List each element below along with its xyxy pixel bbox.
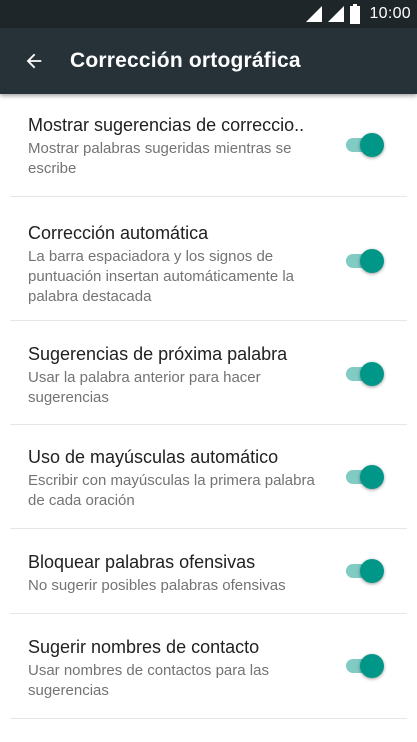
setting-item-show-suggestions[interactable]: Mostrar sugerencias de correccio.. Mostr… [10, 94, 407, 197]
setting-item-suggest-contact-names[interactable]: Sugerir nombres de contacto Usar nombres… [10, 614, 407, 719]
status-bar: 10:00 [0, 0, 417, 28]
setting-item-auto-correction[interactable]: Corrección automática La barra espaciado… [10, 197, 407, 321]
setting-item-auto-capitalization[interactable]: Uso de mayúsculas automático Escribir co… [10, 425, 407, 529]
setting-summary: No sugerir posibles palabras ofensivas [28, 577, 286, 594]
toggle-thumb [360, 559, 384, 583]
battery-icon [350, 4, 361, 24]
show-suggestions-toggle[interactable] [344, 132, 386, 158]
toggle-thumb [360, 362, 384, 386]
setting-summary: La barra espaciadora y los signos de pun… [28, 248, 295, 305]
back-button[interactable] [12, 37, 56, 85]
app-bar: Corrección ortográfica [0, 28, 417, 94]
settings-list: Mostrar sugerencias de correccio.. Mostr… [0, 94, 417, 719]
setting-summary: Usar nombres de contactos para las suger… [28, 662, 269, 699]
setting-text: Bloquear palabras ofensivas No sugerir p… [28, 550, 328, 596]
page-title: Corrección ortográfica [70, 49, 301, 72]
toggle-thumb [360, 654, 384, 678]
toggle-thumb [360, 133, 384, 157]
setting-title: Sugerencias de próxima palabra [28, 344, 288, 364]
toggle-thumb [360, 465, 384, 489]
setting-text: Sugerir nombres de contacto Usar nombres… [28, 635, 328, 701]
signal-icon [306, 6, 323, 22]
setting-summary: Mostrar palabras sugeridas mientras se e… [28, 140, 292, 177]
setting-summary: Escribir con mayúsculas la primera palab… [28, 472, 315, 509]
setting-item-block-offensive-words[interactable]: Bloquear palabras ofensivas No sugerir p… [10, 529, 407, 614]
auto-capitalization-toggle[interactable] [344, 464, 386, 490]
setting-text: Sugerencias de próxima palabra Usar la p… [28, 342, 328, 408]
arrow-back-icon [26, 53, 42, 69]
setting-item-next-word-suggestions[interactable]: Sugerencias de próxima palabra Usar la p… [10, 321, 407, 425]
status-time: 10:00 [369, 5, 411, 22]
setting-text: Mostrar sugerencias de correccio.. Mostr… [28, 113, 328, 179]
suggest-contact-names-toggle[interactable] [344, 653, 386, 679]
toggle-thumb [360, 249, 384, 273]
setting-title: Corrección automática [28, 223, 209, 243]
status-icons: 10:00 [305, 0, 411, 28]
setting-title: Mostrar sugerencias de correccio.. [28, 115, 305, 135]
setting-title: Uso de mayúsculas automático [28, 447, 279, 467]
block-offensive-words-toggle[interactable] [344, 558, 386, 584]
setting-title: Bloquear palabras ofensivas [28, 552, 256, 572]
setting-text: Corrección automática La barra espaciado… [28, 221, 328, 307]
signal-icon [328, 6, 345, 22]
setting-text: Uso de mayúsculas automático Escribir co… [28, 445, 328, 511]
next-word-suggestions-toggle[interactable] [344, 361, 386, 387]
auto-correction-toggle[interactable] [344, 248, 386, 274]
setting-title: Sugerir nombres de contacto [28, 637, 260, 657]
setting-summary: Usar la palabra anterior para hacer suge… [28, 369, 261, 406]
